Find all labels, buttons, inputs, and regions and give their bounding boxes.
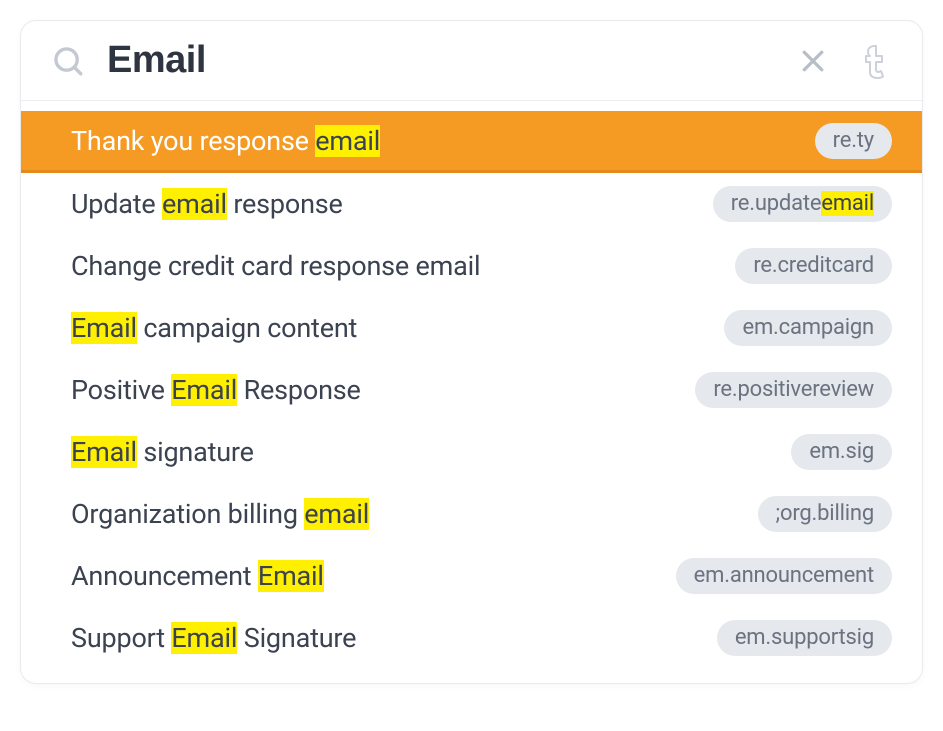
result-key-pill: re.ty (815, 123, 892, 159)
result-key-pill: em.campaign (724, 310, 892, 346)
search-panel: Thank you response email re.ty Update emai… (20, 20, 923, 684)
result-label: Thank you response email (71, 125, 380, 157)
result-label: Support Email Signature (71, 622, 356, 654)
results-list: Thank you response email re.ty Update emai… (21, 101, 922, 683)
result-row[interactable]: Update email response re.updateemail (21, 173, 922, 235)
result-label: Positive Email Response (71, 374, 361, 406)
result-label: Update email response (71, 188, 343, 220)
result-key-pill: em.sig (791, 434, 892, 470)
result-row[interactable]: Email signature em.sig (21, 421, 922, 483)
result-key-pill: re.updateemail (713, 186, 892, 222)
result-key-pill: ;org.billing (758, 496, 892, 532)
result-key-pill: em.supportsig (717, 620, 892, 656)
result-row[interactable]: Positive Email Response re.positivereview (21, 359, 922, 421)
result-label: Email campaign content (71, 312, 357, 344)
result-row[interactable]: Thank you response email re.ty (21, 111, 922, 173)
result-key-pill: re.positivereview (695, 372, 892, 408)
result-key-pill: re.creditcard (735, 248, 892, 284)
result-row[interactable]: Support Email Signature em.supportsig (21, 607, 922, 669)
result-row[interactable]: Organization billing email ;org.billing (21, 483, 922, 545)
result-label: Announcement Email (71, 560, 324, 592)
result-row[interactable]: Email campaign content em.campaign (21, 297, 922, 359)
brand-icon[interactable] (856, 40, 892, 82)
result-label: Email signature (71, 436, 254, 468)
search-input[interactable] (107, 39, 776, 82)
clear-icon[interactable] (798, 46, 828, 76)
result-row[interactable]: Change credit card response email re.cred… (21, 235, 922, 297)
result-label: Change credit card response email (71, 250, 480, 282)
search-bar (21, 21, 922, 101)
result-label: Organization billing email (71, 498, 369, 530)
result-key-pill: em.announcement (676, 558, 892, 594)
result-row[interactable]: Announcement Email em.announcement (21, 545, 922, 607)
search-icon (51, 44, 85, 78)
